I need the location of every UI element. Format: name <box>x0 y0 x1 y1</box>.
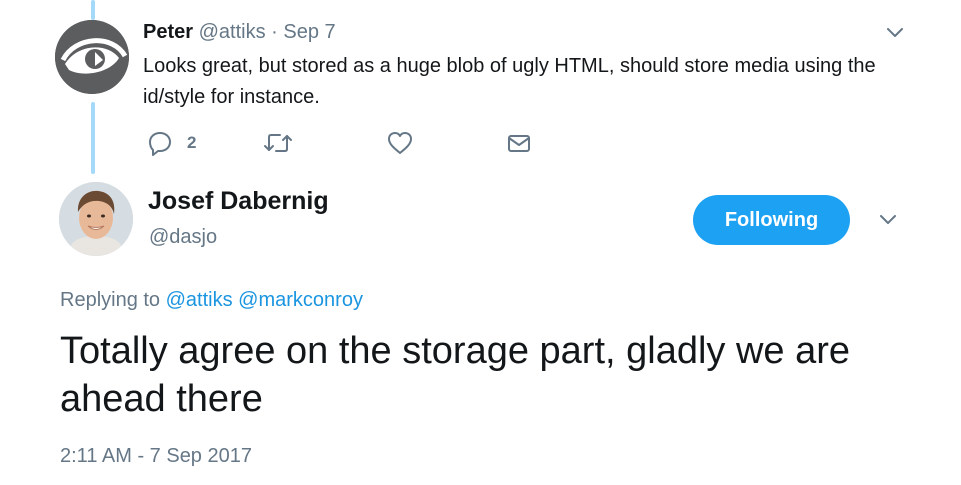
direct-message-icon <box>508 135 530 152</box>
tweet-text: Totally agree on the storage part, gladl… <box>60 330 851 420</box>
tweet-timestamp[interactable]: 2:11 AM - 7 Sep 2017 <box>60 445 252 468</box>
tweet-actions: 2 <box>0 128 961 158</box>
chevron-down-icon[interactable] <box>878 213 898 227</box>
thread-connector-top <box>91 0 95 20</box>
avatar[interactable] <box>55 20 129 94</box>
retweet-button[interactable] <box>263 128 293 158</box>
profile-photo <box>59 182 133 256</box>
author-name[interactable]: Josef Dabernig <box>148 187 329 216</box>
separator: · <box>271 21 278 43</box>
retweet-icon <box>264 134 292 152</box>
reply-button[interactable]: 2 <box>147 128 196 158</box>
reply-icon <box>149 132 171 156</box>
replying-prefix: Replying to <box>60 289 161 311</box>
avatar[interactable] <box>59 182 133 256</box>
mention-link[interactable]: @markconroy <box>238 289 363 311</box>
author-handle[interactable]: @dasjo <box>149 226 217 249</box>
like-icon <box>388 132 412 154</box>
chevron-down-icon[interactable] <box>885 26 905 40</box>
reply-count: 2 <box>187 133 197 152</box>
author-name[interactable]: Peter <box>143 21 193 43</box>
like-button[interactable] <box>386 128 414 158</box>
mention-link[interactable]: @attiks <box>166 289 233 311</box>
tweet-date[interactable]: Sep 7 <box>283 21 335 43</box>
following-button[interactable]: Following <box>693 195 850 245</box>
parent-tweet-text: Looks great, but stored as a huge blob o… <box>143 55 876 108</box>
replying-to: Replying to @attiks @markconroy <box>60 289 363 312</box>
attiks-logo-icon <box>55 20 129 94</box>
parent-tweet-header: Peter @attiks · Sep 7 <box>143 21 336 44</box>
author-handle[interactable]: @attiks <box>199 21 266 43</box>
direct-message-button[interactable] <box>506 128 532 158</box>
